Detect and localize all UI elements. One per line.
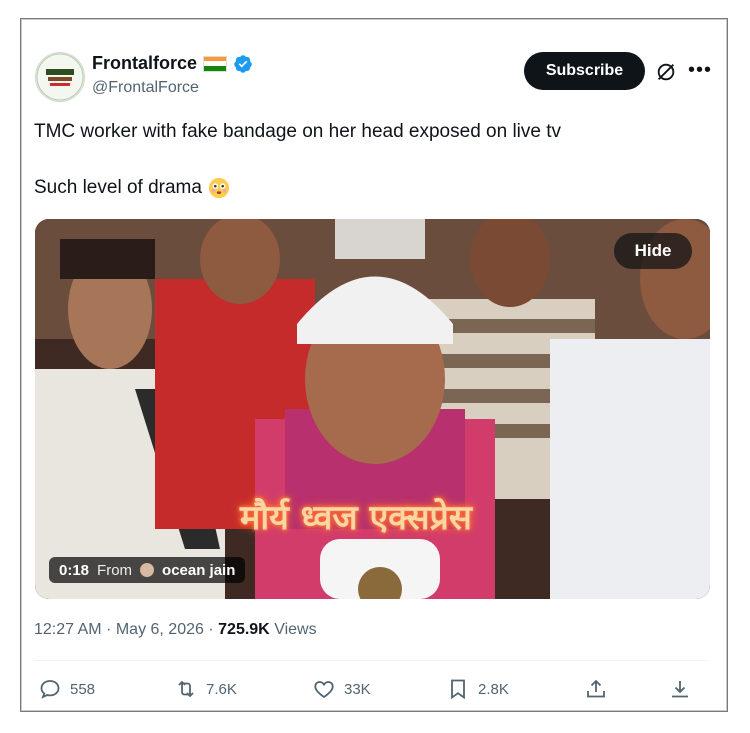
author-name-row: Frontalforce xyxy=(92,53,253,74)
video-overlay-caption: मौर्य ध्वज एक्सप्रेस xyxy=(240,498,472,538)
video-player[interactable]: मौर्य ध्वज एक्सप्रेस Hide 0:18 From ocea… xyxy=(35,219,710,599)
meta-separator: · xyxy=(106,621,112,638)
tweet-meta: 12:27 AM · May 6, 2026 · 725.9K Views xyxy=(34,621,317,639)
divider xyxy=(34,660,709,661)
repost-icon xyxy=(178,680,194,698)
tweet-time[interactable]: 12:27 AM xyxy=(34,621,102,638)
subscribe-button[interactable]: Subscribe xyxy=(524,52,645,90)
india-flag-icon xyxy=(203,55,228,72)
tweet-text-line-1: TMC worker with fake bandage on her head… xyxy=(34,121,562,142)
repost-button[interactable]: 7.6K xyxy=(174,677,237,701)
tweet-text-line-2: Such level of drama xyxy=(34,177,230,199)
author-handle[interactable]: @FrontalForce xyxy=(92,79,199,97)
tweet-text-line-2-label: Such level of drama xyxy=(34,177,202,198)
author-name[interactable]: Frontalforce xyxy=(92,53,197,74)
hide-media-button[interactable]: Hide xyxy=(614,233,692,269)
reply-icon xyxy=(40,680,60,699)
share-icon xyxy=(587,679,605,698)
heart-icon xyxy=(314,681,334,699)
video-duration: 0:18 xyxy=(59,561,90,579)
bookmark-button[interactable]: 2.8K xyxy=(446,677,509,701)
avatar[interactable] xyxy=(35,52,85,102)
more-options-icon[interactable]: ••• xyxy=(688,59,712,82)
download-button[interactable] xyxy=(668,677,692,701)
meta-separator: · xyxy=(208,621,214,638)
views-label: Views xyxy=(274,621,317,638)
repost-count: 7.6K xyxy=(206,680,237,698)
bookmark-count: 2.8K xyxy=(478,680,509,698)
video-meta-badge[interactable]: 0:18 From ocean jain xyxy=(49,557,246,583)
verified-badge-icon xyxy=(234,54,252,73)
reply-count: 558 xyxy=(70,680,96,698)
engagement-bar: 558 7.6K 33K 2.8K xyxy=(34,677,709,705)
like-count: 33K xyxy=(344,680,371,698)
views-count: 725.9K xyxy=(218,621,270,638)
video-frame-image xyxy=(35,219,710,599)
tweet-date[interactable]: May 6, 2026 xyxy=(116,621,204,638)
bookmark-icon xyxy=(451,679,465,700)
like-button[interactable]: 33K xyxy=(312,677,371,701)
reply-button[interactable]: 558 xyxy=(38,677,95,701)
grok-icon[interactable] xyxy=(655,61,677,83)
tweet-card: Frontalforce @FrontalForce Subscribe •••… xyxy=(20,18,728,712)
download-icon xyxy=(672,681,688,698)
video-from-label: From xyxy=(97,561,133,579)
source-avatar-icon xyxy=(140,563,155,577)
share-button[interactable] xyxy=(584,677,608,701)
video-source-name[interactable]: ocean jain xyxy=(162,562,235,579)
flushed-face-emoji-icon xyxy=(208,177,230,199)
